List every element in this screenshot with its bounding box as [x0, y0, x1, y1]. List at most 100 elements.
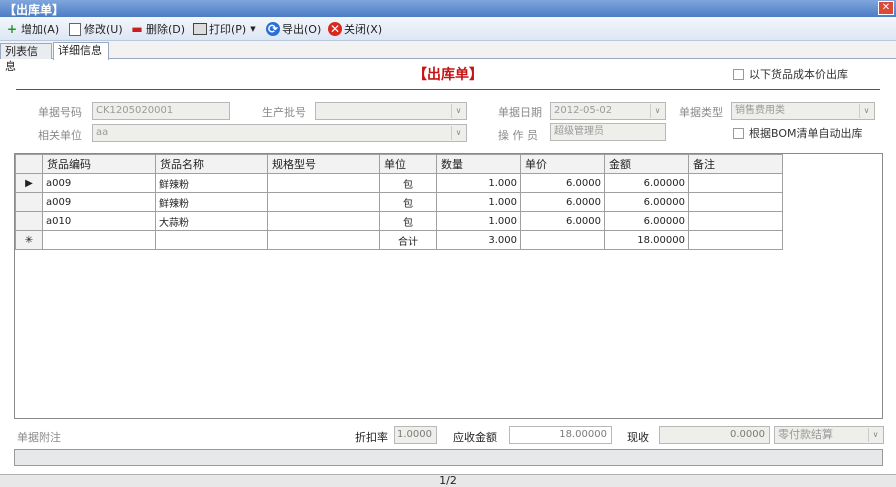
new-row-icon[interactable]: ✳ [15, 230, 43, 250]
cell-name[interactable]: 大蒜粉 [155, 211, 268, 231]
col-header-qty[interactable]: 数量 [436, 154, 521, 174]
cell-code[interactable]: a009 [42, 173, 156, 193]
delete-button-label: 删除(D) [146, 23, 186, 36]
cell-code[interactable]: a009 [42, 192, 156, 212]
cell-price[interactable]: 6.0000 [520, 173, 605, 193]
delete-button[interactable]: ▬ 删除(D) [130, 21, 185, 37]
window-close-icon[interactable]: ✕ [878, 1, 894, 15]
date-label: 单据日期 [498, 106, 542, 119]
print-button[interactable]: 打印(P) ▼ [193, 21, 256, 37]
cell-code[interactable]: a010 [42, 211, 156, 231]
pager[interactable]: 1/2 [0, 474, 896, 487]
plus-icon: + [6, 22, 18, 36]
status-bar [14, 449, 883, 466]
total-qty: 3.000 [436, 230, 521, 250]
cell-name[interactable] [155, 230, 268, 250]
cell-price[interactable] [520, 230, 605, 250]
cell-note[interactable] [688, 211, 783, 231]
receivable-label: 应收金额 [453, 431, 497, 444]
doc-no-label: 单据号码 [38, 106, 82, 119]
table-row[interactable]: a010 大蒜粉 包 1.000 6.0000 6.00000 [15, 211, 783, 231]
tab-list-info[interactable]: 列表信息 [0, 43, 52, 73]
discount-label: 折扣率 [355, 431, 388, 444]
cell-amount[interactable]: 6.00000 [604, 211, 689, 231]
col-header-amount[interactable]: 金额 [604, 154, 689, 174]
checkbox-box[interactable] [733, 68, 744, 80]
checkbox-box[interactable] [733, 127, 744, 139]
cell-amount[interactable]: 6.00000 [604, 173, 689, 193]
bom-checkbox[interactable]: 根据BOM清单自动出库 [733, 125, 863, 141]
row-selector-icon[interactable]: ▶ [15, 173, 43, 193]
chevron-down-icon: ∨ [868, 428, 882, 442]
export-button[interactable]: ⟳ 导出(O) [266, 21, 321, 37]
related-label: 相关单位 [38, 129, 82, 142]
cell-amount[interactable]: 6.00000 [604, 192, 689, 212]
cell-price[interactable]: 6.0000 [520, 211, 605, 231]
col-header-spec[interactable]: 规格型号 [267, 154, 380, 174]
cash-field: 0.0000 [659, 426, 770, 444]
chevron-down-icon: ∨ [859, 104, 873, 118]
type-field: 销售费用类 ∨ [731, 102, 875, 120]
printer-icon [193, 22, 207, 36]
items-table: 货品编码 货品名称 规格型号 单位 数量 单价 金额 备注 ▶ a009 鲜辣粉… [15, 154, 783, 250]
cell-name[interactable]: 鲜辣粉 [155, 173, 268, 193]
header-divider [16, 89, 880, 90]
col-header-name[interactable]: 货品名称 [155, 154, 268, 174]
cell-note[interactable] [688, 192, 783, 212]
cell-spec[interactable] [267, 192, 380, 212]
batch-label: 生产批号 [262, 106, 306, 119]
chevron-down-icon: ∨ [451, 104, 465, 118]
cell-name[interactable]: 鲜辣粉 [155, 192, 268, 212]
cell-qty[interactable]: 1.000 [436, 192, 521, 212]
discount-field: 1.0000 [394, 426, 437, 444]
row-selector[interactable] [15, 211, 43, 231]
print-dropdown-icon[interactable]: ▼ [250, 25, 255, 33]
window-title: 【出库单】 [4, 3, 65, 17]
col-header-price[interactable]: 单价 [520, 154, 605, 174]
cell-unit[interactable]: 包 [379, 192, 437, 212]
table-new-row[interactable]: ✳ 合计 3.000 18.00000 [15, 230, 783, 250]
total-amount: 18.00000 [604, 230, 689, 250]
row-header-corner [15, 154, 43, 174]
cell-unit[interactable]: 包 [379, 211, 437, 231]
cell-spec[interactable] [267, 211, 380, 231]
type-label: 单据类型 [679, 106, 723, 119]
cost-price-checkbox[interactable]: 以下货品成本价出库 [733, 66, 848, 82]
col-header-note[interactable]: 备注 [688, 154, 783, 174]
row-selector[interactable] [15, 192, 43, 212]
operator-label: 操 作 员 [498, 129, 538, 142]
settle-select: 零付款结算 ∨ [774, 426, 884, 444]
export-button-label: 导出(O) [282, 23, 322, 36]
bom-checkbox-label: 根据BOM清单自动出库 [749, 127, 863, 140]
print-button-label: 打印(P) [209, 23, 247, 36]
add-button[interactable]: + 增加(A) [5, 21, 59, 37]
table-row[interactable]: ▶ a009 鲜辣粉 包 1.000 6.0000 6.00000 [15, 173, 783, 193]
col-header-code[interactable]: 货品编码 [42, 154, 156, 174]
operator-field: 超级管理员 [550, 123, 666, 141]
close-icon: ✕ [328, 22, 342, 36]
type-value: 销售费用类 [735, 105, 785, 116]
related-field: aa ∨ [92, 124, 467, 142]
cash-label: 现收 [627, 431, 649, 444]
receivable-field[interactable]: 18.00000 [509, 426, 612, 444]
cell-qty[interactable]: 1.000 [436, 173, 521, 193]
tab-detail-info[interactable]: 详细信息 [53, 42, 109, 60]
doc-no-field: CK1205020001 [92, 102, 230, 120]
cell-note[interactable] [688, 173, 783, 193]
table-row[interactable]: a009 鲜辣粉 包 1.000 6.0000 6.00000 [15, 192, 783, 212]
cell-unit[interactable]: 包 [379, 173, 437, 193]
cell-qty[interactable]: 1.000 [436, 211, 521, 231]
cell-spec[interactable] [267, 230, 380, 250]
edit-button[interactable]: 修改(U) [68, 21, 123, 37]
cell-note[interactable] [688, 230, 783, 250]
chevron-down-icon: ∨ [451, 126, 465, 140]
edit-icon [68, 22, 82, 36]
close-button[interactable]: ✕ 关闭(X) [328, 21, 382, 37]
total-label: 合计 [379, 230, 437, 250]
grid-header-row: 货品编码 货品名称 规格型号 单位 数量 单价 金额 备注 [15, 154, 783, 174]
batch-field: ∨ [315, 102, 467, 120]
cell-code[interactable] [42, 230, 156, 250]
cell-spec[interactable] [267, 173, 380, 193]
col-header-unit[interactable]: 单位 [379, 154, 437, 174]
cell-price[interactable]: 6.0000 [520, 192, 605, 212]
